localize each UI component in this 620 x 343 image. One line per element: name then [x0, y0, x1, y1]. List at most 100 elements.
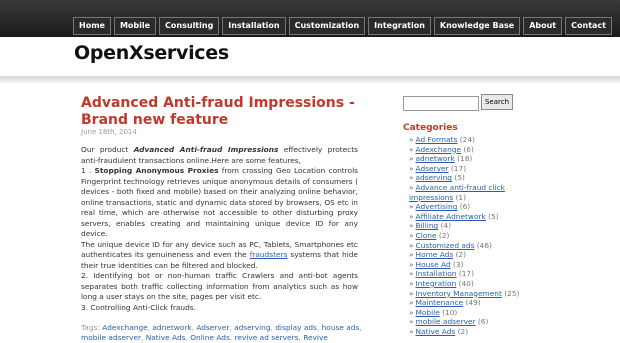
post-title[interactable]: Advanced Anti-fraud Impressions - Brand … — [81, 95, 381, 129]
category-count: (5) — [488, 211, 499, 221]
post-tags: Tags: Adexchange, adnetwork, Adserver, a… — [81, 323, 362, 342]
category-link[interactable]: adserving — [416, 173, 452, 182]
tag-link[interactable]: display ads — [275, 323, 317, 332]
tags-label: Tags: — [81, 323, 100, 332]
nav-contact[interactable]: Contact — [565, 17, 612, 35]
search-input[interactable] — [403, 96, 479, 111]
arrow-icon: » — [409, 211, 414, 221]
arrow-icon: » — [409, 240, 414, 250]
category-count: (10) — [442, 307, 458, 317]
category-count: (6) — [459, 202, 471, 212]
category-link[interactable]: Billing — [416, 221, 439, 230]
category-count: (25) — [504, 288, 520, 298]
arrow-icon: » — [409, 278, 414, 288]
nav-installation[interactable]: Installation — [222, 17, 286, 35]
category-item: » House Ad (3) — [409, 260, 524, 270]
categories-list: » Ad Formats (24) » Adexchange (6) » adnetw… — [409, 135, 524, 336]
category-link[interactable]: Clone — [416, 231, 437, 240]
category-count: (46) — [476, 240, 492, 250]
nav-home[interactable]: Home — [73, 17, 111, 35]
site-title[interactable]: OpenXservices — [74, 42, 229, 64]
category-link[interactable]: Mobile — [416, 308, 440, 317]
tag-link[interactable]: mobile adserver — [81, 333, 141, 342]
nav-about[interactable]: About — [523, 17, 563, 35]
search-button[interactable]: Search — [481, 94, 513, 110]
fraudsters-link[interactable]: fraudsters — [250, 250, 288, 259]
arrow-icon: » — [409, 173, 414, 183]
category-link[interactable]: Ad Formats — [416, 135, 458, 144]
category-item: » Native Ads (2) — [409, 327, 524, 337]
category-link[interactable]: adnetwork — [416, 154, 455, 163]
product-name: Advanced Anti-fraud Impressions — [133, 145, 279, 154]
nav-integration[interactable]: Integration — [368, 17, 431, 35]
arrow-icon: » — [409, 307, 414, 317]
arrow-icon: » — [409, 221, 414, 231]
category-link[interactable]: Advertising — [416, 202, 458, 211]
category-link[interactable]: House Ad — [416, 260, 451, 269]
category-link[interactable]: Customized ads — [416, 241, 475, 250]
category-link[interactable]: Maintenance — [416, 298, 464, 307]
category-count: (2) — [438, 230, 450, 240]
category-item: » Affiliate Adnetwork (5) — [409, 212, 524, 222]
arrow-icon: » — [409, 259, 414, 269]
category-count: (2) — [457, 326, 469, 336]
tag-link[interactable]: Adexchange — [102, 323, 147, 332]
category-count: (17) — [458, 269, 474, 279]
nav-knowledge-base[interactable]: Knowledge Base — [433, 17, 521, 35]
category-link[interactable]: Adexchange — [416, 145, 461, 154]
category-item: » Integration (40) — [409, 279, 524, 289]
category-item: » Mobile (10) — [409, 308, 524, 318]
arrow-icon: » — [409, 326, 414, 336]
feature-number: 1 . — [81, 166, 95, 175]
arrow-icon: » — [409, 317, 414, 327]
category-count: (24) — [459, 135, 475, 144]
category-count: (3) — [453, 259, 464, 269]
arrow-icon: » — [409, 202, 414, 212]
nav-mobile[interactable]: Mobile — [113, 17, 157, 35]
nav-consulting[interactable]: Consulting — [159, 17, 220, 35]
category-link[interactable]: Installation — [416, 269, 457, 278]
tag-link[interactable]: Online Ads — [190, 333, 230, 342]
tag-link[interactable]: house ads — [322, 323, 360, 332]
category-link[interactable]: Home Ads — [416, 250, 454, 259]
arrow-icon: » — [409, 135, 414, 144]
post-date: June 18th, 2014 — [81, 128, 137, 136]
tag-link[interactable]: Adserver — [196, 323, 229, 332]
feature-text: from crossing Geo Location controls Fing… — [81, 166, 358, 238]
category-item: » adnetwork (18) — [409, 154, 524, 164]
category-item: » Customized ads (46) — [409, 241, 524, 251]
category-item: » Maintenance (49) — [409, 298, 524, 308]
category-link[interactable]: Integration — [416, 279, 457, 288]
arrow-icon: » — [409, 269, 414, 279]
tag-link[interactable]: Native Ads — [146, 333, 186, 342]
post-paragraph-feature-2: 2. Identifying bot or non-human traffic … — [81, 271, 358, 301]
post-paragraph-feature-3: 3. Controlling Anti-Click frauds. — [81, 302, 197, 312]
arrow-icon: » — [409, 288, 414, 298]
category-link[interactable]: Native Ads — [416, 327, 456, 336]
post-paragraph-feature-1: 1 . Stopping Anonymous Proxies from cros… — [81, 166, 358, 240]
category-count: (1) — [455, 192, 467, 202]
tag-link[interactable]: adnetwork — [152, 323, 191, 332]
nav-customization[interactable]: Customization — [288, 17, 366, 35]
category-link[interactable]: Adserver — [416, 164, 449, 173]
arrow-icon: » — [409, 230, 414, 240]
arrow-icon: » — [409, 154, 414, 164]
category-count: (4) — [440, 221, 452, 231]
category-item: » Advance anti-fraud click impressions (1… — [409, 183, 524, 202]
header-divider — [0, 76, 620, 83]
arrow-icon: » — [409, 182, 414, 192]
tag-link[interactable]: revive ad servers — [235, 333, 299, 342]
category-item: » adserving (5) — [409, 173, 524, 183]
tag-link[interactable]: Revive — [303, 333, 328, 342]
category-count: (5) — [454, 173, 465, 183]
category-link[interactable]: Inventory Management — [416, 289, 502, 298]
category-item: » Installation (17) — [409, 269, 524, 279]
tag-link[interactable]: adserving — [234, 323, 270, 332]
category-link[interactable]: mobile adserver — [416, 317, 476, 326]
top-navigation-bar: Home Mobile Consulting Installation Cust… — [0, 0, 620, 37]
category-item: » Adexchange (6) — [409, 145, 524, 155]
post-paragraph-device-id: The unique device ID for any device such… — [81, 240, 358, 272]
category-item: » mobile adserver (6) — [409, 317, 524, 327]
category-count: (6) — [463, 144, 474, 154]
category-link[interactable]: Affiliate Adnetwork — [416, 212, 486, 221]
